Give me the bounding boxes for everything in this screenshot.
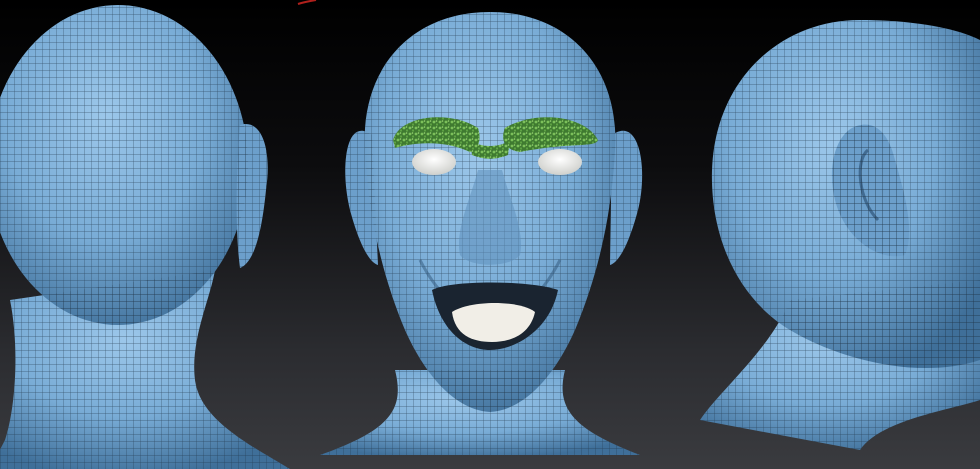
front-view-eye-right [538, 149, 582, 175]
red-stroke-mark [297, 0, 317, 5]
sculpt-viewport[interactable] [0, 0, 980, 469]
front-view-head [320, 12, 643, 455]
viewport-canvas [0, 0, 980, 469]
back-view-head [0, 5, 290, 469]
side-view-head [700, 20, 980, 450]
front-view-eye-left [412, 149, 456, 175]
